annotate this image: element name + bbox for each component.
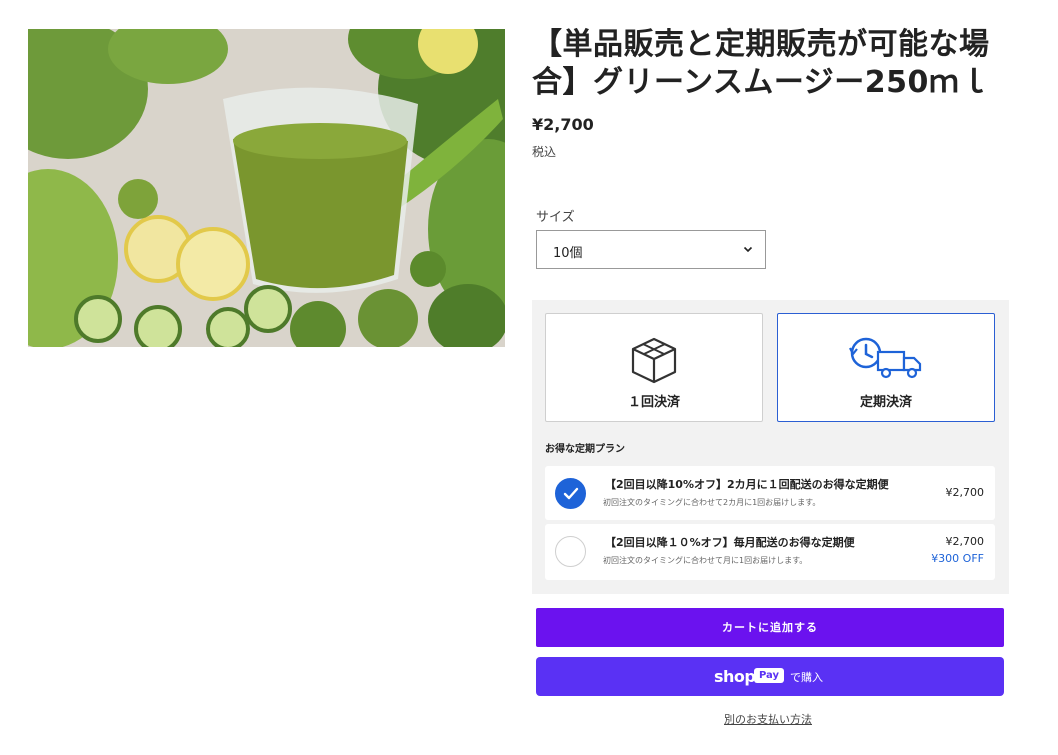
purchase-plan-panel: １回決済 定期決済 お得な定期プラン 【2回目以降10%オフ】2カ月に１回配送の… bbox=[532, 300, 1009, 594]
plan-option-name: 【2回目以降10%オフ】2カ月に１回配送のお得な定期便 bbox=[605, 478, 889, 491]
recurring-delivery-truck-icon bbox=[848, 336, 924, 384]
size-select[interactable]: 10個 bbox=[536, 230, 766, 269]
plan-option-description: 初回注文のタイミングに合わせて月に1回お届けします。 bbox=[603, 556, 808, 565]
plan-option-monthly[interactable]: 【2回目以降１０%オフ】毎月配送のお得な定期便 初回注文のタイミングに合わせて月… bbox=[545, 524, 995, 580]
one-time-purchase-option[interactable]: １回決済 bbox=[545, 313, 763, 422]
plan-option-bimonthly[interactable]: 【2回目以降10%オフ】2カ月に１回配送のお得な定期便 初回注文のタイミングに合… bbox=[545, 466, 995, 520]
one-time-label: １回決済 bbox=[627, 395, 680, 410]
other-payment-link[interactable]: 別のお支払い方法 bbox=[724, 711, 812, 727]
box-icon bbox=[629, 336, 679, 388]
size-selected-value: 10個 bbox=[553, 246, 583, 261]
tax-note: 税込 bbox=[532, 145, 557, 159]
size-label: サイズ bbox=[536, 210, 575, 225]
plan-option-discount: ¥300 OFF bbox=[931, 552, 984, 565]
plan-radio-unchecked[interactable] bbox=[555, 536, 586, 567]
subscription-purchase-option[interactable]: 定期決済 bbox=[777, 313, 995, 422]
shop-pay-button[interactable]: shop Pay で購入 bbox=[536, 657, 1004, 696]
product-price: ¥2,700 bbox=[532, 115, 594, 134]
shop-pay-buy-label: で購入 bbox=[790, 671, 823, 684]
plan-radio-checked[interactable] bbox=[555, 478, 586, 509]
plan-option-name: 【2回目以降１０%オフ】毎月配送のお得な定期便 bbox=[605, 536, 855, 549]
plan-option-price: ¥2,700 bbox=[945, 535, 985, 548]
pay-badge: Pay bbox=[754, 668, 785, 683]
plan-section-title: お得な定期プラン bbox=[545, 444, 625, 455]
subscription-label: 定期決済 bbox=[859, 395, 912, 410]
product-image bbox=[28, 29, 505, 347]
plan-option-price: ¥2,700 bbox=[945, 486, 985, 499]
product-title: 【単品販売と定期販売が可能な場合】グリーンスムージー250ｍｌ bbox=[532, 27, 990, 100]
plan-option-description: 初回注文のタイミングに合わせて2カ月に1回お届けします。 bbox=[603, 498, 821, 507]
shop-logo: shop bbox=[714, 667, 756, 686]
chevron-down-icon bbox=[743, 243, 753, 253]
add-to-cart-button[interactable]: カートに追加する bbox=[536, 608, 1004, 647]
